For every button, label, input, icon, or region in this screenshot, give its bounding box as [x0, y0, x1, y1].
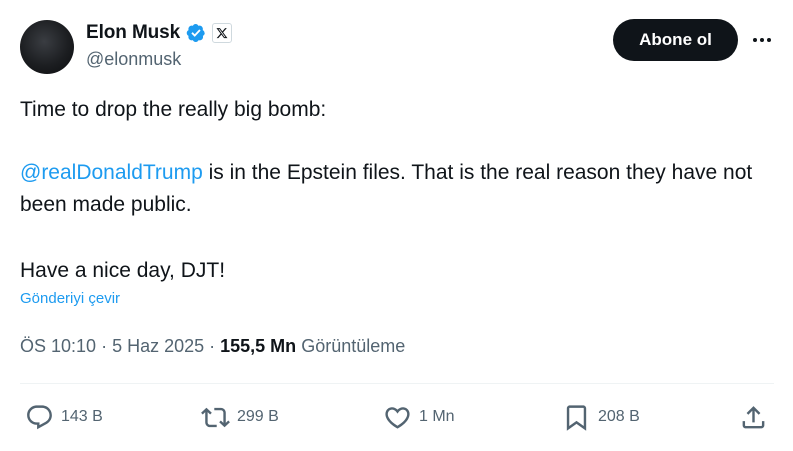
tweet-time[interactable]: ÖS 10:10: [20, 336, 96, 357]
author-display-name[interactable]: Elon Musk: [86, 22, 180, 44]
bookmark-button[interactable]: 208 B: [562, 402, 640, 432]
meta-separator: ·: [204, 336, 221, 356]
reply-count: 143 B: [61, 408, 103, 425]
divider: [20, 383, 774, 384]
avatar[interactable]: [20, 20, 74, 74]
share-button[interactable]: [739, 402, 768, 432]
x-logo-icon: [212, 23, 233, 43]
repost-count: 299 B: [237, 408, 279, 425]
tweet-date[interactable]: 5 Haz 2025: [112, 336, 204, 357]
views-label: Görüntüleme: [301, 336, 406, 356]
repost-icon: [201, 407, 230, 427]
subscribe-button[interactable]: Abone ol: [613, 19, 738, 61]
bookmark-icon: [566, 404, 587, 431]
tweet-text-paragraph-2: @realDonaldTrump is in the Epstein files…: [20, 157, 760, 221]
bookmark-count: 208 B: [598, 408, 640, 425]
like-icon: [385, 406, 410, 429]
tweet-meta: ÖS 10:10 · 5 Haz 2025 · 155,5 Mn Görüntü…: [20, 336, 405, 357]
more-icon[interactable]: [748, 28, 776, 52]
translate-link[interactable]: Gönderiyi çevir: [20, 290, 120, 307]
author-handle[interactable]: @elonmusk: [86, 49, 181, 70]
tweet-text-line-1: Time to drop the really big bomb:: [20, 98, 327, 121]
mention-link[interactable]: @realDonaldTrump: [20, 161, 203, 184]
views-count: 155,5 Mn: [220, 336, 297, 356]
like-button[interactable]: 1 Mn: [383, 402, 455, 432]
verified-badge-icon[interactable]: [186, 23, 206, 43]
reply-icon: [27, 404, 52, 429]
tweet-text-line-3: Have a nice day, DJT!: [20, 259, 226, 282]
reply-button[interactable]: 143 B: [25, 402, 103, 432]
meta-separator: ·: [96, 336, 113, 356]
share-icon: [742, 405, 765, 428]
like-count: 1 Mn: [419, 408, 455, 425]
repost-button[interactable]: 299 B: [201, 402, 279, 432]
author-name-row: Elon Musk: [86, 20, 233, 46]
